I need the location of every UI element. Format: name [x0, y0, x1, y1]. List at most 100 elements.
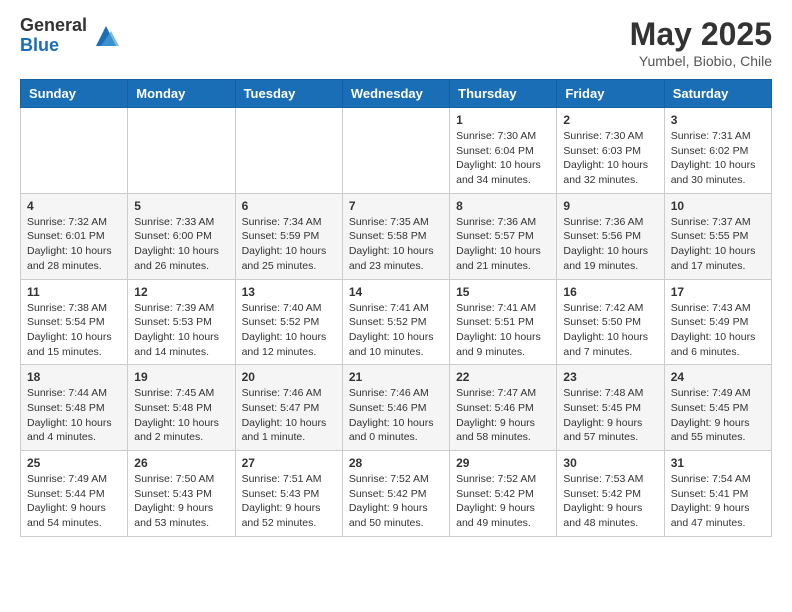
sub-title: Yumbel, Biobio, Chile	[630, 53, 772, 69]
calendar-cell: 21Sunrise: 7:46 AM Sunset: 5:46 PM Dayli…	[342, 365, 449, 451]
calendar-cell: 25 Sunrise: 7:49 AM Sunset: 5:44 PM Dayli…	[21, 451, 128, 537]
day-info: Sunrise: 7:35 AM Sunset: 5:58 PM Dayligh…	[349, 215, 443, 274]
day-number: 27	[242, 456, 336, 470]
day-number: 12	[134, 285, 228, 299]
calendar-cell: 6Sunrise: 7:34 AM Sunset: 5:59 PM Daylig…	[235, 193, 342, 279]
calendar-cell: 20 Sunrise: 7:46 AM Sunset: 5:47 PM Dayli…	[235, 365, 342, 451]
calendar-cell: 22Sunrise: 7:47 AM Sunset: 5:46 PM Dayli…	[450, 365, 557, 451]
day-number: 24	[671, 370, 765, 384]
calendar-week-row: 25 Sunrise: 7:49 AM Sunset: 5:44 PM Dayli…	[21, 451, 772, 537]
day-info: Sunrise: 7:40 AM Sunset: 5:52 PM Dayligh…	[242, 301, 336, 360]
calendar-header-row: SundayMondayTuesdayWednesdayThursdayFrid…	[21, 80, 772, 108]
day-number: 14	[349, 285, 443, 299]
calendar-cell	[342, 108, 449, 194]
day-number: 7	[349, 199, 443, 213]
day-number: 3	[671, 113, 765, 127]
day-info: Sunrise: 7:47 AM Sunset: 5:46 PM Dayligh…	[456, 386, 550, 445]
calendar-cell: 7 Sunrise: 7:35 AM Sunset: 5:58 PM Daylig…	[342, 193, 449, 279]
calendar-cell: 4Sunrise: 7:32 AM Sunset: 6:01 PM Daylig…	[21, 193, 128, 279]
day-number: 26	[134, 456, 228, 470]
day-number: 18	[27, 370, 121, 384]
weekday-header: Tuesday	[235, 80, 342, 108]
day-info: Sunrise: 7:41 AM Sunset: 5:52 PM Dayligh…	[349, 301, 443, 360]
calendar-cell: 31 Sunrise: 7:54 AM Sunset: 5:41 PM Dayli…	[664, 451, 771, 537]
day-info: Sunrise: 7:49 AM Sunset: 5:44 PM Dayligh…	[27, 472, 121, 531]
day-info: Sunrise: 7:41 AM Sunset: 5:51 PM Dayligh…	[456, 301, 550, 360]
day-number: 21	[349, 370, 443, 384]
day-info: Sunrise: 7:54 AM Sunset: 5:41 PM Dayligh…	[671, 472, 765, 531]
day-number: 28	[349, 456, 443, 470]
day-info: Sunrise: 7:38 AM Sunset: 5:54 PM Dayligh…	[27, 301, 121, 360]
calendar-cell: 27Sunrise: 7:51 AM Sunset: 5:43 PM Dayli…	[235, 451, 342, 537]
day-number: 20	[242, 370, 336, 384]
day-info: Sunrise: 7:33 AM Sunset: 6:00 PM Dayligh…	[134, 215, 228, 274]
calendar-cell: 2Sunrise: 7:30 AM Sunset: 6:03 PM Daylig…	[557, 108, 664, 194]
day-number: 1	[456, 113, 550, 127]
day-info: Sunrise: 7:43 AM Sunset: 5:49 PM Dayligh…	[671, 301, 765, 360]
day-number: 8	[456, 199, 550, 213]
calendar-cell: 15 Sunrise: 7:41 AM Sunset: 5:51 PM Dayli…	[450, 279, 557, 365]
day-info: Sunrise: 7:36 AM Sunset: 5:57 PM Dayligh…	[456, 215, 550, 274]
day-number: 31	[671, 456, 765, 470]
day-info: Sunrise: 7:30 AM Sunset: 6:04 PM Dayligh…	[456, 129, 550, 188]
day-info: Sunrise: 7:30 AM Sunset: 6:03 PM Dayligh…	[563, 129, 657, 188]
calendar-cell: 17 Sunrise: 7:43 AM Sunset: 5:49 PM Dayli…	[664, 279, 771, 365]
calendar-cell: 19Sunrise: 7:45 AM Sunset: 5:48 PM Dayli…	[128, 365, 235, 451]
calendar-cell: 11 Sunrise: 7:38 AM Sunset: 5:54 PM Dayli…	[21, 279, 128, 365]
day-number: 30	[563, 456, 657, 470]
day-info: Sunrise: 7:31 AM Sunset: 6:02 PM Dayligh…	[671, 129, 765, 188]
day-info: Sunrise: 7:52 AM Sunset: 5:42 PM Dayligh…	[456, 472, 550, 531]
day-number: 11	[27, 285, 121, 299]
day-info: Sunrise: 7:50 AM Sunset: 5:43 PM Dayligh…	[134, 472, 228, 531]
logo-blue: Blue	[20, 36, 87, 56]
title-area: May 2025 Yumbel, Biobio, Chile	[630, 16, 772, 69]
day-info: Sunrise: 7:53 AM Sunset: 5:42 PM Dayligh…	[563, 472, 657, 531]
calendar-cell: 12 Sunrise: 7:39 AM Sunset: 5:53 PM Dayli…	[128, 279, 235, 365]
logo-text: General Blue	[20, 16, 87, 56]
calendar-cell	[235, 108, 342, 194]
calendar-week-row: 18Sunrise: 7:44 AM Sunset: 5:48 PM Dayli…	[21, 365, 772, 451]
weekday-header: Saturday	[664, 80, 771, 108]
day-info: Sunrise: 7:32 AM Sunset: 6:01 PM Dayligh…	[27, 215, 121, 274]
day-info: Sunrise: 7:34 AM Sunset: 5:59 PM Dayligh…	[242, 215, 336, 274]
calendar-week-row: 4Sunrise: 7:32 AM Sunset: 6:01 PM Daylig…	[21, 193, 772, 279]
day-number: 5	[134, 199, 228, 213]
calendar-cell: 29 Sunrise: 7:52 AM Sunset: 5:42 PM Dayli…	[450, 451, 557, 537]
weekday-header: Sunday	[21, 80, 128, 108]
calendar-cell: 13Sunrise: 7:40 AM Sunset: 5:52 PM Dayli…	[235, 279, 342, 365]
logo-icon	[91, 21, 121, 51]
day-info: Sunrise: 7:36 AM Sunset: 5:56 PM Dayligh…	[563, 215, 657, 274]
day-number: 16	[563, 285, 657, 299]
main-title: May 2025	[630, 16, 772, 53]
calendar-table: SundayMondayTuesdayWednesdayThursdayFrid…	[20, 79, 772, 537]
calendar-cell: 26 Sunrise: 7:50 AM Sunset: 5:43 PM Dayli…	[128, 451, 235, 537]
day-info: Sunrise: 7:46 AM Sunset: 5:47 PM Dayligh…	[242, 386, 336, 445]
calendar-cell: 8 Sunrise: 7:36 AM Sunset: 5:57 PM Daylig…	[450, 193, 557, 279]
day-number: 25	[27, 456, 121, 470]
day-info: Sunrise: 7:42 AM Sunset: 5:50 PM Dayligh…	[563, 301, 657, 360]
day-info: Sunrise: 7:39 AM Sunset: 5:53 PM Dayligh…	[134, 301, 228, 360]
weekday-header: Thursday	[450, 80, 557, 108]
calendar-week-row: 11 Sunrise: 7:38 AM Sunset: 5:54 PM Dayli…	[21, 279, 772, 365]
calendar-cell: 9 Sunrise: 7:36 AM Sunset: 5:56 PM Daylig…	[557, 193, 664, 279]
calendar-cell: 3 Sunrise: 7:31 AM Sunset: 6:02 PM Daylig…	[664, 108, 771, 194]
day-info: Sunrise: 7:49 AM Sunset: 5:45 PM Dayligh…	[671, 386, 765, 445]
header: General Blue May 2025 Yumbel, Biobio, Ch…	[20, 16, 772, 69]
weekday-header: Wednesday	[342, 80, 449, 108]
calendar-cell: 14 Sunrise: 7:41 AM Sunset: 5:52 PM Dayli…	[342, 279, 449, 365]
calendar-cell	[128, 108, 235, 194]
calendar-cell: 30 Sunrise: 7:53 AM Sunset: 5:42 PM Dayli…	[557, 451, 664, 537]
weekday-header: Friday	[557, 80, 664, 108]
calendar-cell: 24 Sunrise: 7:49 AM Sunset: 5:45 PM Dayli…	[664, 365, 771, 451]
calendar-cell	[21, 108, 128, 194]
calendar-cell: 1 Sunrise: 7:30 AM Sunset: 6:04 PM Daylig…	[450, 108, 557, 194]
day-info: Sunrise: 7:45 AM Sunset: 5:48 PM Dayligh…	[134, 386, 228, 445]
day-number: 23	[563, 370, 657, 384]
calendar-cell: 5 Sunrise: 7:33 AM Sunset: 6:00 PM Daylig…	[128, 193, 235, 279]
calendar-cell: 10Sunrise: 7:37 AM Sunset: 5:55 PM Dayli…	[664, 193, 771, 279]
day-number: 9	[563, 199, 657, 213]
day-number: 29	[456, 456, 550, 470]
day-number: 15	[456, 285, 550, 299]
calendar-cell: 16 Sunrise: 7:42 AM Sunset: 5:50 PM Dayli…	[557, 279, 664, 365]
day-number: 17	[671, 285, 765, 299]
